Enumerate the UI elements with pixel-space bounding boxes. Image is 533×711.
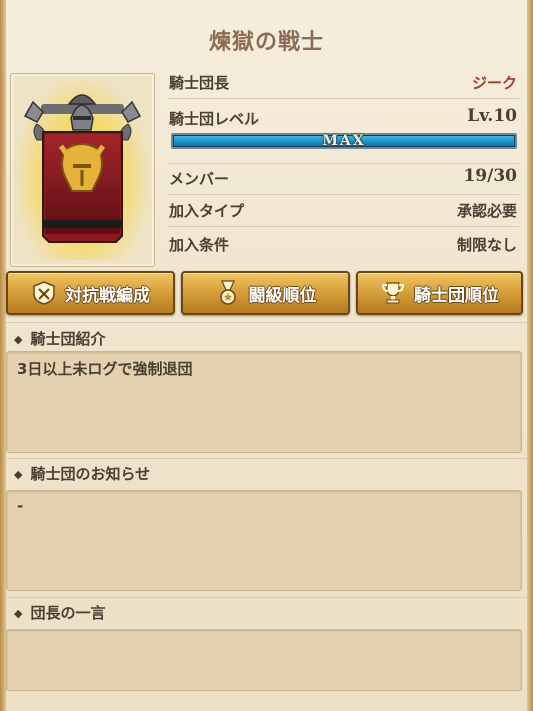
section-divider	[6, 597, 527, 598]
join-type-row: 加入タイプ 承認必要	[168, 196, 519, 227]
join-condition-value: 制限なし	[456, 236, 517, 254]
section-divider	[6, 458, 527, 459]
medal-icon	[215, 280, 241, 306]
guild-level-label: 騎士団レベル	[169, 110, 260, 128]
guild-level-bar: MAX	[171, 133, 517, 149]
section-divider	[6, 322, 527, 323]
members-value: 19/30	[463, 166, 517, 186]
guild-rank-button[interactable]: 騎士団順位	[356, 271, 523, 315]
guild-emblem	[10, 73, 155, 267]
crest-icon	[31, 280, 57, 306]
join-type-value: 承認必要	[456, 202, 517, 220]
join-type-label: 加入タイプ	[169, 202, 245, 220]
diamond-icon: ◆	[14, 333, 23, 346]
guild-level-value: Lv.10	[467, 106, 517, 126]
trophy-icon	[380, 280, 406, 306]
members-label: メンバー	[169, 170, 230, 188]
members-row: メンバー 19/30	[168, 163, 519, 195]
fight-rank-button[interactable]: 闘級順位	[181, 271, 350, 315]
leader-message-box	[6, 629, 522, 691]
guild-level-row: 騎士団レベル Lv.10	[168, 104, 519, 134]
guild-leader-label: 騎士団長	[169, 74, 230, 92]
notice-text-box: -	[6, 490, 522, 591]
fight-rank-label: 闘級順位	[248, 285, 317, 306]
diamond-icon: ◆	[14, 468, 23, 481]
diamond-icon: ◆	[14, 607, 23, 620]
banner-helmet-icon	[23, 94, 142, 243]
guild-rank-label: 騎士団順位	[414, 285, 499, 306]
intro-heading: ◆ 騎士団紹介	[14, 330, 106, 348]
leader-message-heading: ◆ 団長の一言	[14, 604, 106, 622]
guild-name-title: 煉獄の戦士	[208, 30, 324, 55]
intro-text-box: 3日以上未ログで強制退団	[6, 351, 522, 453]
notice-heading: ◆ 騎士団のお知らせ	[14, 465, 151, 483]
guild-leader-row: 騎士団長 ジーク	[168, 68, 519, 99]
battle-formation-label: 対抗戦編成	[65, 285, 150, 306]
guild-leader-name[interactable]: ジーク	[472, 72, 517, 93]
guild-level-bar-text: MAX	[322, 133, 366, 149]
window-frame-right	[527, 0, 533, 711]
battle-formation-button[interactable]: 対抗戦編成	[6, 271, 175, 315]
join-condition-label: 加入条件	[169, 236, 230, 254]
join-condition-row: 加入条件 制限なし	[168, 230, 519, 260]
